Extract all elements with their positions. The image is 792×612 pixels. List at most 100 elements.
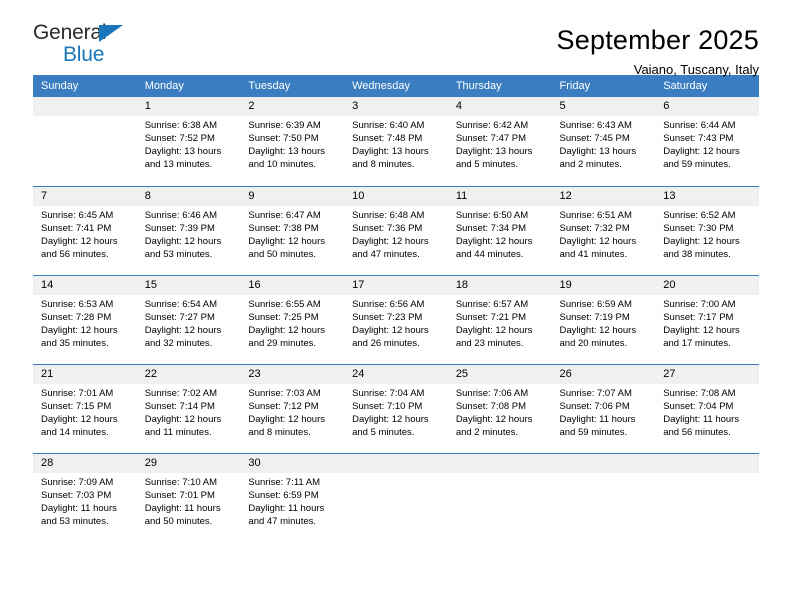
daylight-duration: Daylight: 11 hours and 59 minutes. <box>559 413 636 438</box>
sunrise-time: Sunrise: 6:42 AM <box>455 120 529 131</box>
calendar-day-cell[interactable]: 2 Sunrise: 6:39 AM Sunset: 7:50 PM Daylight… <box>240 97 345 186</box>
daylight-duration: Daylight: 12 hours and 14 minutes. <box>41 413 118 438</box>
calendar-day-cell[interactable]: 22 Sunrise: 7:02 AM Sunset: 7:14 PM Dayligh… <box>136 363 241 453</box>
calendar-day-cell[interactable]: 19 Sunrise: 6:59 AM Sunset: 7:19 PM Dayligh… <box>551 274 656 364</box>
daylight-duration: Daylight: 12 hours and 29 minutes. <box>248 324 325 349</box>
calendar-day-cell[interactable]: 1 Sunrise: 6:38 AM Sunset: 7:52 PM Daylight… <box>136 97 241 186</box>
calendar-day-cell[interactable]: 24 Sunrise: 7:04 AM Sunset: 7:10 PM Dayligh… <box>344 363 448 453</box>
calendar-day-cell[interactable]: 6 Sunrise: 6:44 AM Sunset: 7:43 PM Daylight… <box>655 97 759 186</box>
sunrise-time: Sunrise: 7:02 AM <box>144 387 218 399</box>
sunset-time: Sunset: 7:41 PM <box>41 222 112 234</box>
daylight-duration: Daylight: 12 hours and 32 minutes. <box>144 324 222 349</box>
sunset-time: Sunset: 7:25 PM <box>248 311 319 323</box>
day-details: Sunrise: 6:53 AM Sunset: 7:28 PM Daylight:… <box>33 295 137 350</box>
day-number: 24 <box>344 364 448 384</box>
calendar-week-row: 21 Sunrise: 7:01 AM Sunset: 7:15 PM Dayligh… <box>33 363 759 453</box>
calendar-day-cell[interactable]: 17 Sunrise: 6:56 AM Sunset: 7:23 PM Dayligh… <box>344 274 448 364</box>
sunset-time: Sunset: 7:38 PM <box>248 222 319 234</box>
page-subtitle: Vaiano, Tuscany, Italy <box>633 62 759 77</box>
day-number: 19 <box>551 275 656 295</box>
day-details: Sunrise: 6:50 AM Sunset: 7:34 PM Daylight:… <box>448 206 552 261</box>
day-details: Sunrise: 6:45 AM Sunset: 7:41 PM Daylight:… <box>33 206 137 261</box>
sunrise-time: Sunrise: 6:56 AM <box>352 298 425 310</box>
daylight-duration: Daylight: 12 hours and 23 minutes. <box>455 324 533 349</box>
calendar-day-cell[interactable]: 20 Sunrise: 7:00 AM Sunset: 7:17 PM Dayligh… <box>655 274 759 364</box>
sunrise-time: Sunrise: 6:59 AM <box>559 298 632 310</box>
sunrise-time: Sunrise: 6:52 AM <box>663 209 736 221</box>
daylight-duration: Daylight: 13 hours and 13 minutes. <box>144 146 222 171</box>
sunrise-time: Sunrise: 7:10 AM <box>144 476 218 488</box>
sunrise-time: Sunrise: 6:40 AM <box>352 120 425 131</box>
calendar-day-cell[interactable]: 5 Sunrise: 6:43 AM Sunset: 7:45 PM Daylight… <box>551 97 656 186</box>
logo-text-blue: Blue <box>63 43 105 66</box>
sunrise-time: Sunrise: 7:04 AM <box>352 387 425 399</box>
calendar-day-cell[interactable]: 12 Sunrise: 6:51 AM Sunset: 7:32 PM Dayligh… <box>551 185 656 275</box>
day-number: 26 <box>551 364 656 384</box>
day-details: Sunrise: 7:01 AM Sunset: 7:15 PM Daylight:… <box>33 384 137 439</box>
sunrise-time: Sunrise: 6:46 AM <box>144 209 218 221</box>
calendar-day-cell[interactable]: 28 Sunrise: 7:09 AM Sunset: 7:03 PM Dayligh… <box>33 452 137 542</box>
sunrise-time: Sunrise: 7:06 AM <box>455 387 529 399</box>
sunset-time: Sunset: 7:43 PM <box>663 133 734 145</box>
daylight-duration: Daylight: 12 hours and 8 minutes. <box>248 413 325 438</box>
page-header: General Blue September 2025 Vaiano, Tusc… <box>33 0 759 77</box>
calendar-day-cell[interactable]: 10 Sunrise: 6:48 AM Sunset: 7:36 PM Dayligh… <box>344 185 448 275</box>
calendar-day-cell[interactable]: 30 Sunrise: 7:11 AM Sunset: 6:59 PM Dayligh… <box>240 452 345 542</box>
day-number: 7 <box>33 186 137 206</box>
daylight-duration: Daylight: 11 hours and 50 minutes. <box>144 502 221 527</box>
day-number: 9 <box>240 186 345 206</box>
day-number: 15 <box>136 275 241 295</box>
sunrise-time: Sunrise: 7:07 AM <box>559 387 632 399</box>
daylight-duration: Daylight: 12 hours and 2 minutes. <box>455 413 533 438</box>
day-number: 23 <box>240 364 345 384</box>
day-details: Sunrise: 6:43 AM Sunset: 7:45 PM Daylight:… <box>552 116 656 171</box>
calendar-day-cell[interactable]: 23 Sunrise: 7:03 AM Sunset: 7:12 PM Dayligh… <box>240 363 345 453</box>
sunrise-time: Sunrise: 7:03 AM <box>248 387 321 399</box>
calendar-day-cell[interactable]: 16 Sunrise: 6:55 AM Sunset: 7:25 PM Dayligh… <box>240 274 345 364</box>
calendar-day-cell[interactable]: 8 Sunrise: 6:46 AM Sunset: 7:39 PM Daylight… <box>136 185 241 275</box>
calendar-day-cell[interactable]: 18 Sunrise: 6:57 AM Sunset: 7:21 PM Dayligh… <box>447 274 552 364</box>
calendar-day-cell[interactable]: 14 Sunrise: 6:53 AM Sunset: 7:28 PM Dayligh… <box>33 274 137 364</box>
calendar-day-cell[interactable]: 4 Sunrise: 6:42 AM Sunset: 7:47 PM Daylight… <box>447 97 552 186</box>
calendar-day-cell[interactable]: 26 Sunrise: 7:07 AM Sunset: 7:06 PM Dayligh… <box>551 363 656 453</box>
calendar-day-cell[interactable]: 11 Sunrise: 6:50 AM Sunset: 7:34 PM Dayligh… <box>447 185 552 275</box>
calendar-empty-cell <box>655 452 759 542</box>
calendar-table: Sunday Monday Tuesday Wednesday Thursday Frid… <box>33 75 759 542</box>
calendar-day-cell[interactable]: 13 Sunrise: 6:52 AM Sunset: 7:30 PM Dayligh… <box>655 185 759 275</box>
day-number: 30 <box>240 453 345 473</box>
calendar-day-cell[interactable]: 21 Sunrise: 7:01 AM Sunset: 7:15 PM Dayligh… <box>33 363 137 453</box>
day-details: Sunrise: 7:11 AM Sunset: 6:59 PM Daylight:… <box>240 473 344 528</box>
daylight-duration: Daylight: 13 hours and 5 minutes. <box>455 146 533 171</box>
day-details: Sunrise: 7:03 AM Sunset: 7:12 PM Daylight:… <box>240 384 344 439</box>
day-number: 12 <box>551 186 656 206</box>
sunset-time: Sunset: 7:27 PM <box>144 311 215 323</box>
sunrise-time: Sunrise: 7:09 AM <box>41 476 114 488</box>
calendar-day-cell[interactable]: 3 Sunrise: 6:40 AM Sunset: 7:48 PM Daylight… <box>344 97 448 186</box>
day-number: 22 <box>136 364 241 384</box>
calendar-day-cell[interactable]: 15 Sunrise: 6:54 AM Sunset: 7:27 PM Dayligh… <box>136 274 241 364</box>
calendar-day-cell[interactable]: 9 Sunrise: 6:47 AM Sunset: 7:38 PM Daylight… <box>240 185 345 275</box>
calendar-day-cell[interactable]: 29 Sunrise: 7:10 AM Sunset: 7:01 PM Dayligh… <box>136 452 241 542</box>
weekday-header-tuesday: Tuesday <box>240 75 345 97</box>
sunset-time: Sunset: 7:15 PM <box>41 400 112 412</box>
daylight-duration: Daylight: 12 hours and 50 minutes. <box>248 235 325 260</box>
day-number <box>551 453 656 473</box>
day-details: Sunrise: 6:56 AM Sunset: 7:23 PM Daylight:… <box>344 295 448 350</box>
daylight-duration: Daylight: 12 hours and 41 minutes. <box>559 235 637 260</box>
daylight-duration: Daylight: 11 hours and 47 minutes. <box>248 502 325 527</box>
sunset-time: Sunset: 7:45 PM <box>559 133 630 145</box>
day-number <box>447 453 552 473</box>
title-block: September 2025 Vaiano, Tuscany, Italy <box>557 22 759 79</box>
sunrise-time: Sunrise: 6:48 AM <box>352 209 425 221</box>
sunset-time: Sunset: 7:32 PM <box>559 222 630 234</box>
sunrise-time: Sunrise: 6:39 AM <box>248 120 321 131</box>
calendar-day-cell[interactable]: 25 Sunrise: 7:06 AM Sunset: 7:08 PM Dayligh… <box>447 363 552 453</box>
day-number: 5 <box>551 97 656 116</box>
daylight-duration: Daylight: 12 hours and 53 minutes. <box>144 235 222 260</box>
calendar-day-cell[interactable]: 7 Sunrise: 6:45 AM Sunset: 7:41 PM Daylight… <box>33 185 137 275</box>
day-number: 27 <box>655 364 759 384</box>
calendar-empty-cell <box>344 452 448 542</box>
day-details: Sunrise: 7:07 AM Sunset: 7:06 PM Daylight:… <box>552 384 656 439</box>
calendar-day-cell[interactable]: 27 Sunrise: 7:08 AM Sunset: 7:04 PM Dayligh… <box>655 363 759 453</box>
daylight-duration: Daylight: 12 hours and 44 minutes. <box>455 235 533 260</box>
